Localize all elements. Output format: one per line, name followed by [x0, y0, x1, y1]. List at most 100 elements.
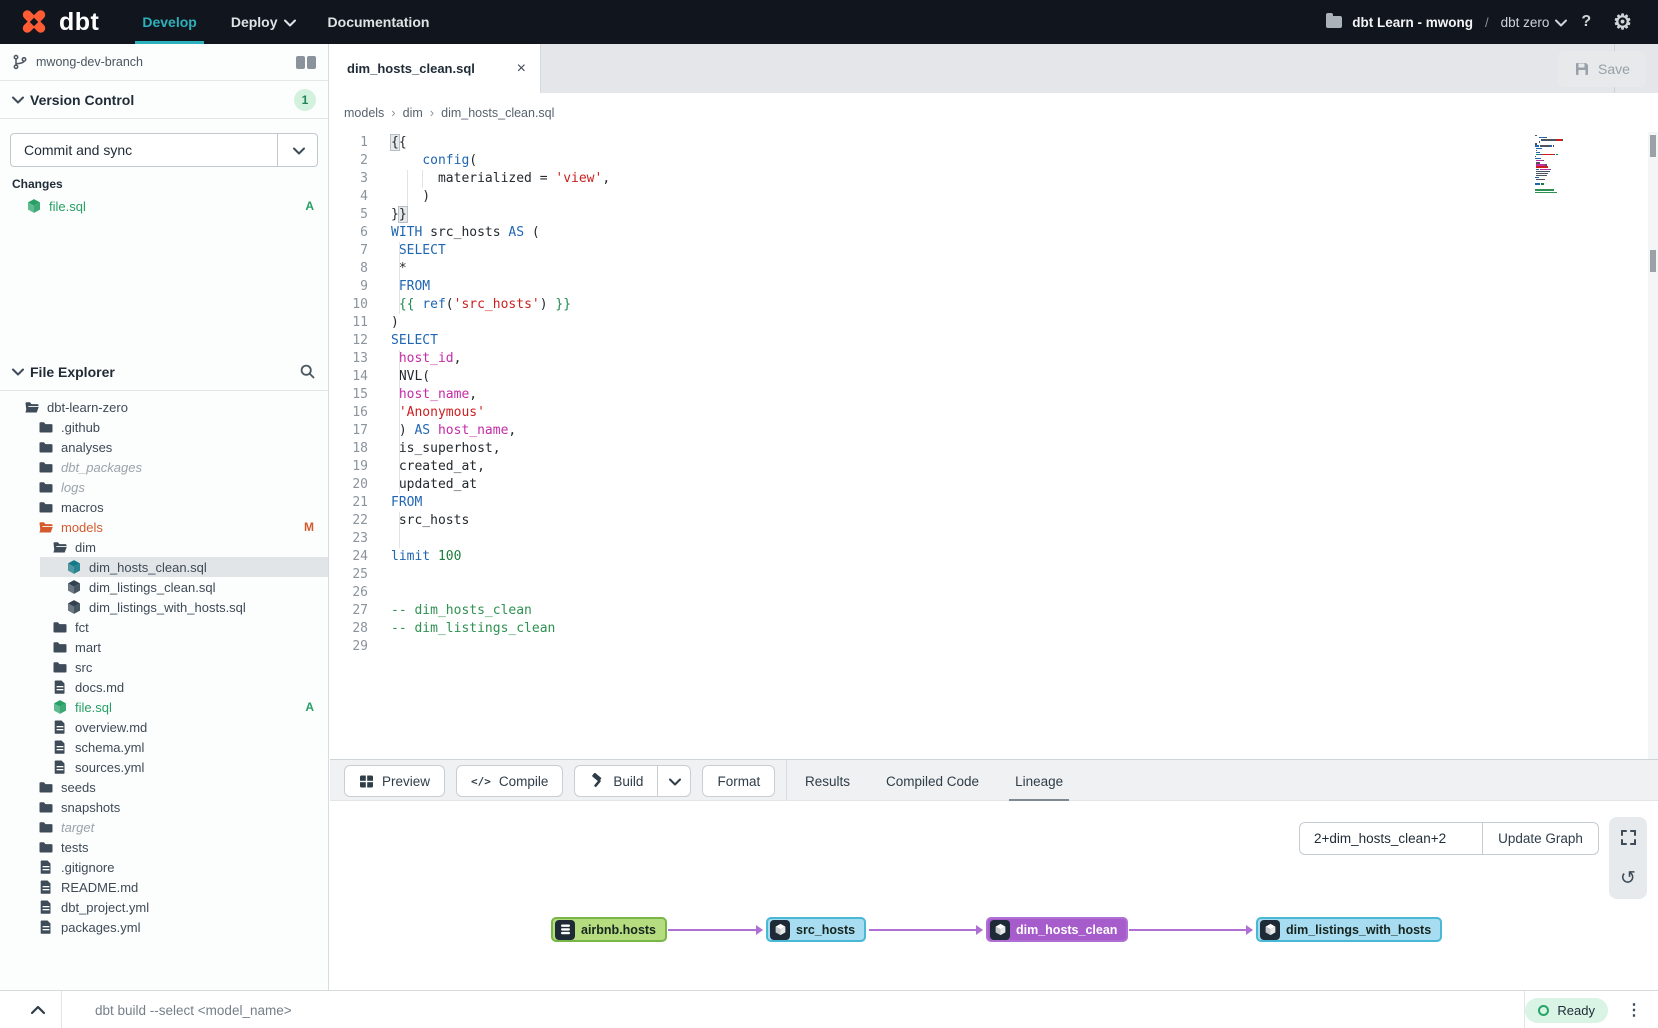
- tree-item-snapshots[interactable]: snapshots: [0, 797, 328, 817]
- tree-item-fct[interactable]: fct: [0, 617, 328, 637]
- breadcrumb-item[interactable]: models: [344, 106, 384, 120]
- chevron-down-icon: [293, 147, 303, 154]
- command-input[interactable]: dbt build --select <model_name>: [95, 991, 1475, 1028]
- folder-icon: [52, 619, 68, 635]
- build-button[interactable]: Build: [574, 765, 657, 797]
- model-cube-icon: [1260, 920, 1280, 940]
- tree-item-models[interactable]: modelsM: [0, 517, 328, 537]
- save-button[interactable]: Save: [1558, 51, 1646, 87]
- changes-list: file.sqlA: [0, 194, 328, 218]
- lineage-selector-input[interactable]: 2+dim_hosts_clean+2: [1300, 823, 1482, 854]
- model-cube-icon: [990, 920, 1010, 940]
- folder-icon: [38, 779, 54, 795]
- lineage-node-src-hosts[interactable]: src_hosts: [766, 917, 866, 942]
- help-icon[interactable]: ?: [1575, 13, 1597, 31]
- nav-item-documentation[interactable]: Documentation: [311, 0, 447, 44]
- commit-options-caret[interactable]: [277, 134, 317, 166]
- kebab-menu-icon[interactable]: ⋮: [1626, 1000, 1642, 1020]
- editor-tabbar: dim_hosts_clean.sql × +: [330, 44, 1658, 93]
- tree-item-target[interactable]: target: [0, 817, 328, 837]
- dbt-logo[interactable]: dbt: [0, 0, 125, 44]
- tree-item-file-sql[interactable]: file.sqlA: [0, 697, 328, 717]
- tree-item-dbt-packages[interactable]: dbt_packages: [0, 457, 328, 477]
- update-graph-button[interactable]: Update Graph: [1482, 823, 1598, 854]
- tree-item-dim-hosts-clean-sql[interactable]: dim_hosts_clean.sql: [40, 557, 328, 577]
- tree-item-mart[interactable]: mart: [0, 637, 328, 657]
- folder-icon: [38, 439, 54, 455]
- tree-item-tests[interactable]: tests: [0, 837, 328, 857]
- changed-file[interactable]: file.sqlA: [0, 194, 328, 218]
- line-numbers: 1234567891011121314151617181920212223242…: [330, 134, 368, 656]
- account-name[interactable]: dbt Learn - mwong: [1352, 15, 1473, 30]
- file-icon: [52, 759, 68, 775]
- fullscreen-icon[interactable]: [1620, 829, 1637, 846]
- breadcrumb-item[interactable]: dim_hosts_clean.sql: [441, 106, 554, 120]
- dbt-logo-text: dbt: [59, 8, 99, 37]
- file-tree: dbt-learn-zero.githubanalysesdbt_package…: [0, 391, 328, 937]
- lineage-node-dim-listings-with-hosts[interactable]: dim_listings_with_hosts: [1256, 917, 1442, 942]
- docs-book-icon[interactable]: [296, 56, 316, 69]
- branch-row: mwong-dev-branch: [0, 44, 328, 81]
- preview-button[interactable]: Preview: [344, 765, 445, 797]
- lineage-panel: 2+dim_hosts_clean+2 Update Graph ↺ airbn…: [330, 801, 1658, 990]
- tree-item-analyses[interactable]: analyses: [0, 437, 328, 457]
- status-badge: Ready: [1525, 998, 1608, 1023]
- tab-results[interactable]: Results: [787, 760, 868, 802]
- tree-item-dbt-project-yml[interactable]: dbt_project.yml: [0, 897, 328, 917]
- tree-item-packages-yml[interactable]: packages.yml: [0, 917, 328, 937]
- tab-dim-hosts-clean[interactable]: dim_hosts_clean.sql ×: [330, 44, 541, 93]
- file-icon: [52, 719, 68, 735]
- model-icon: [66, 579, 82, 595]
- search-icon[interactable]: [299, 363, 316, 380]
- tree-item-logs[interactable]: logs: [0, 477, 328, 497]
- git-status-badge: A: [305, 700, 314, 714]
- compile-button[interactable]: </>Compile: [456, 765, 563, 797]
- folder-icon: [38, 499, 54, 515]
- tree-item--github[interactable]: .github: [0, 417, 328, 437]
- tree-item-dim-listings-with-hosts-sql[interactable]: dim_listings_with_hosts.sql: [0, 597, 328, 617]
- build-options-caret[interactable]: [657, 765, 691, 797]
- dbt-cloud-ide: dbt DevelopDeployDocumentation dbt Learn…: [0, 0, 1658, 1028]
- editor-scrollbar[interactable]: [1648, 132, 1658, 759]
- git-status-badge: M: [304, 520, 314, 534]
- breadcrumb-item[interactable]: dim: [403, 106, 423, 120]
- dbt-logo-icon: [18, 6, 50, 38]
- folder-icon: [38, 799, 54, 815]
- seed-icon: [555, 920, 575, 940]
- format-button[interactable]: Format: [702, 765, 775, 797]
- tree-item-dim-listings-clean-sql[interactable]: dim_listings_clean.sql: [0, 577, 328, 597]
- code-editor[interactable]: 1234567891011121314151617181920212223242…: [330, 132, 1658, 759]
- nav-item-develop[interactable]: Develop: [125, 0, 213, 44]
- file-explorer-header[interactable]: File Explorer: [0, 353, 328, 391]
- version-control-header[interactable]: Version Control 1: [0, 81, 328, 119]
- tab-lineage[interactable]: Lineage: [997, 760, 1081, 802]
- tree-item-docs-md[interactable]: docs.md: [0, 677, 328, 697]
- tree-item-seeds[interactable]: seeds: [0, 777, 328, 797]
- tree-item-dbt-learn-zero[interactable]: dbt-learn-zero: [0, 397, 328, 417]
- reset-view-icon[interactable]: ↺: [1620, 869, 1636, 888]
- tree-item-dim[interactable]: dim: [0, 537, 328, 557]
- gear-icon[interactable]: ⚙: [1607, 12, 1638, 33]
- expand-command-bar-chevron[interactable]: [14, 991, 62, 1028]
- status-bar: dbt build --select <model_name> Ready ⋮: [0, 990, 1658, 1028]
- environment-selector[interactable]: dbt zero: [1501, 15, 1566, 30]
- chevron-down-icon: [12, 368, 22, 375]
- lineage-edge: [869, 929, 982, 931]
- save-icon: [1574, 61, 1590, 77]
- nav-item-deploy[interactable]: Deploy: [214, 0, 311, 44]
- minimap[interactable]: [1535, 135, 1573, 196]
- tab-compiled-code[interactable]: Compiled Code: [868, 760, 997, 802]
- tree-item-overview-md[interactable]: overview.md: [0, 717, 328, 737]
- tree-item-src[interactable]: src: [0, 657, 328, 677]
- tree-item-sources-yml[interactable]: sources.yml: [0, 757, 328, 777]
- commit-and-sync-button[interactable]: Commit and sync: [10, 133, 318, 167]
- tree-item--gitignore[interactable]: .gitignore: [0, 857, 328, 877]
- folder-icon: [38, 519, 54, 535]
- folder-icon: [24, 399, 40, 415]
- lineage-node-dim-hosts-clean[interactable]: dim_hosts_clean: [986, 917, 1128, 942]
- tree-item-readme-md[interactable]: README.md: [0, 877, 328, 897]
- tree-item-macros[interactable]: macros: [0, 497, 328, 517]
- close-icon[interactable]: ×: [517, 61, 526, 77]
- lineage-node-airbnb-hosts[interactable]: airbnb.hosts: [551, 917, 667, 942]
- tree-item-schema-yml[interactable]: schema.yml: [0, 737, 328, 757]
